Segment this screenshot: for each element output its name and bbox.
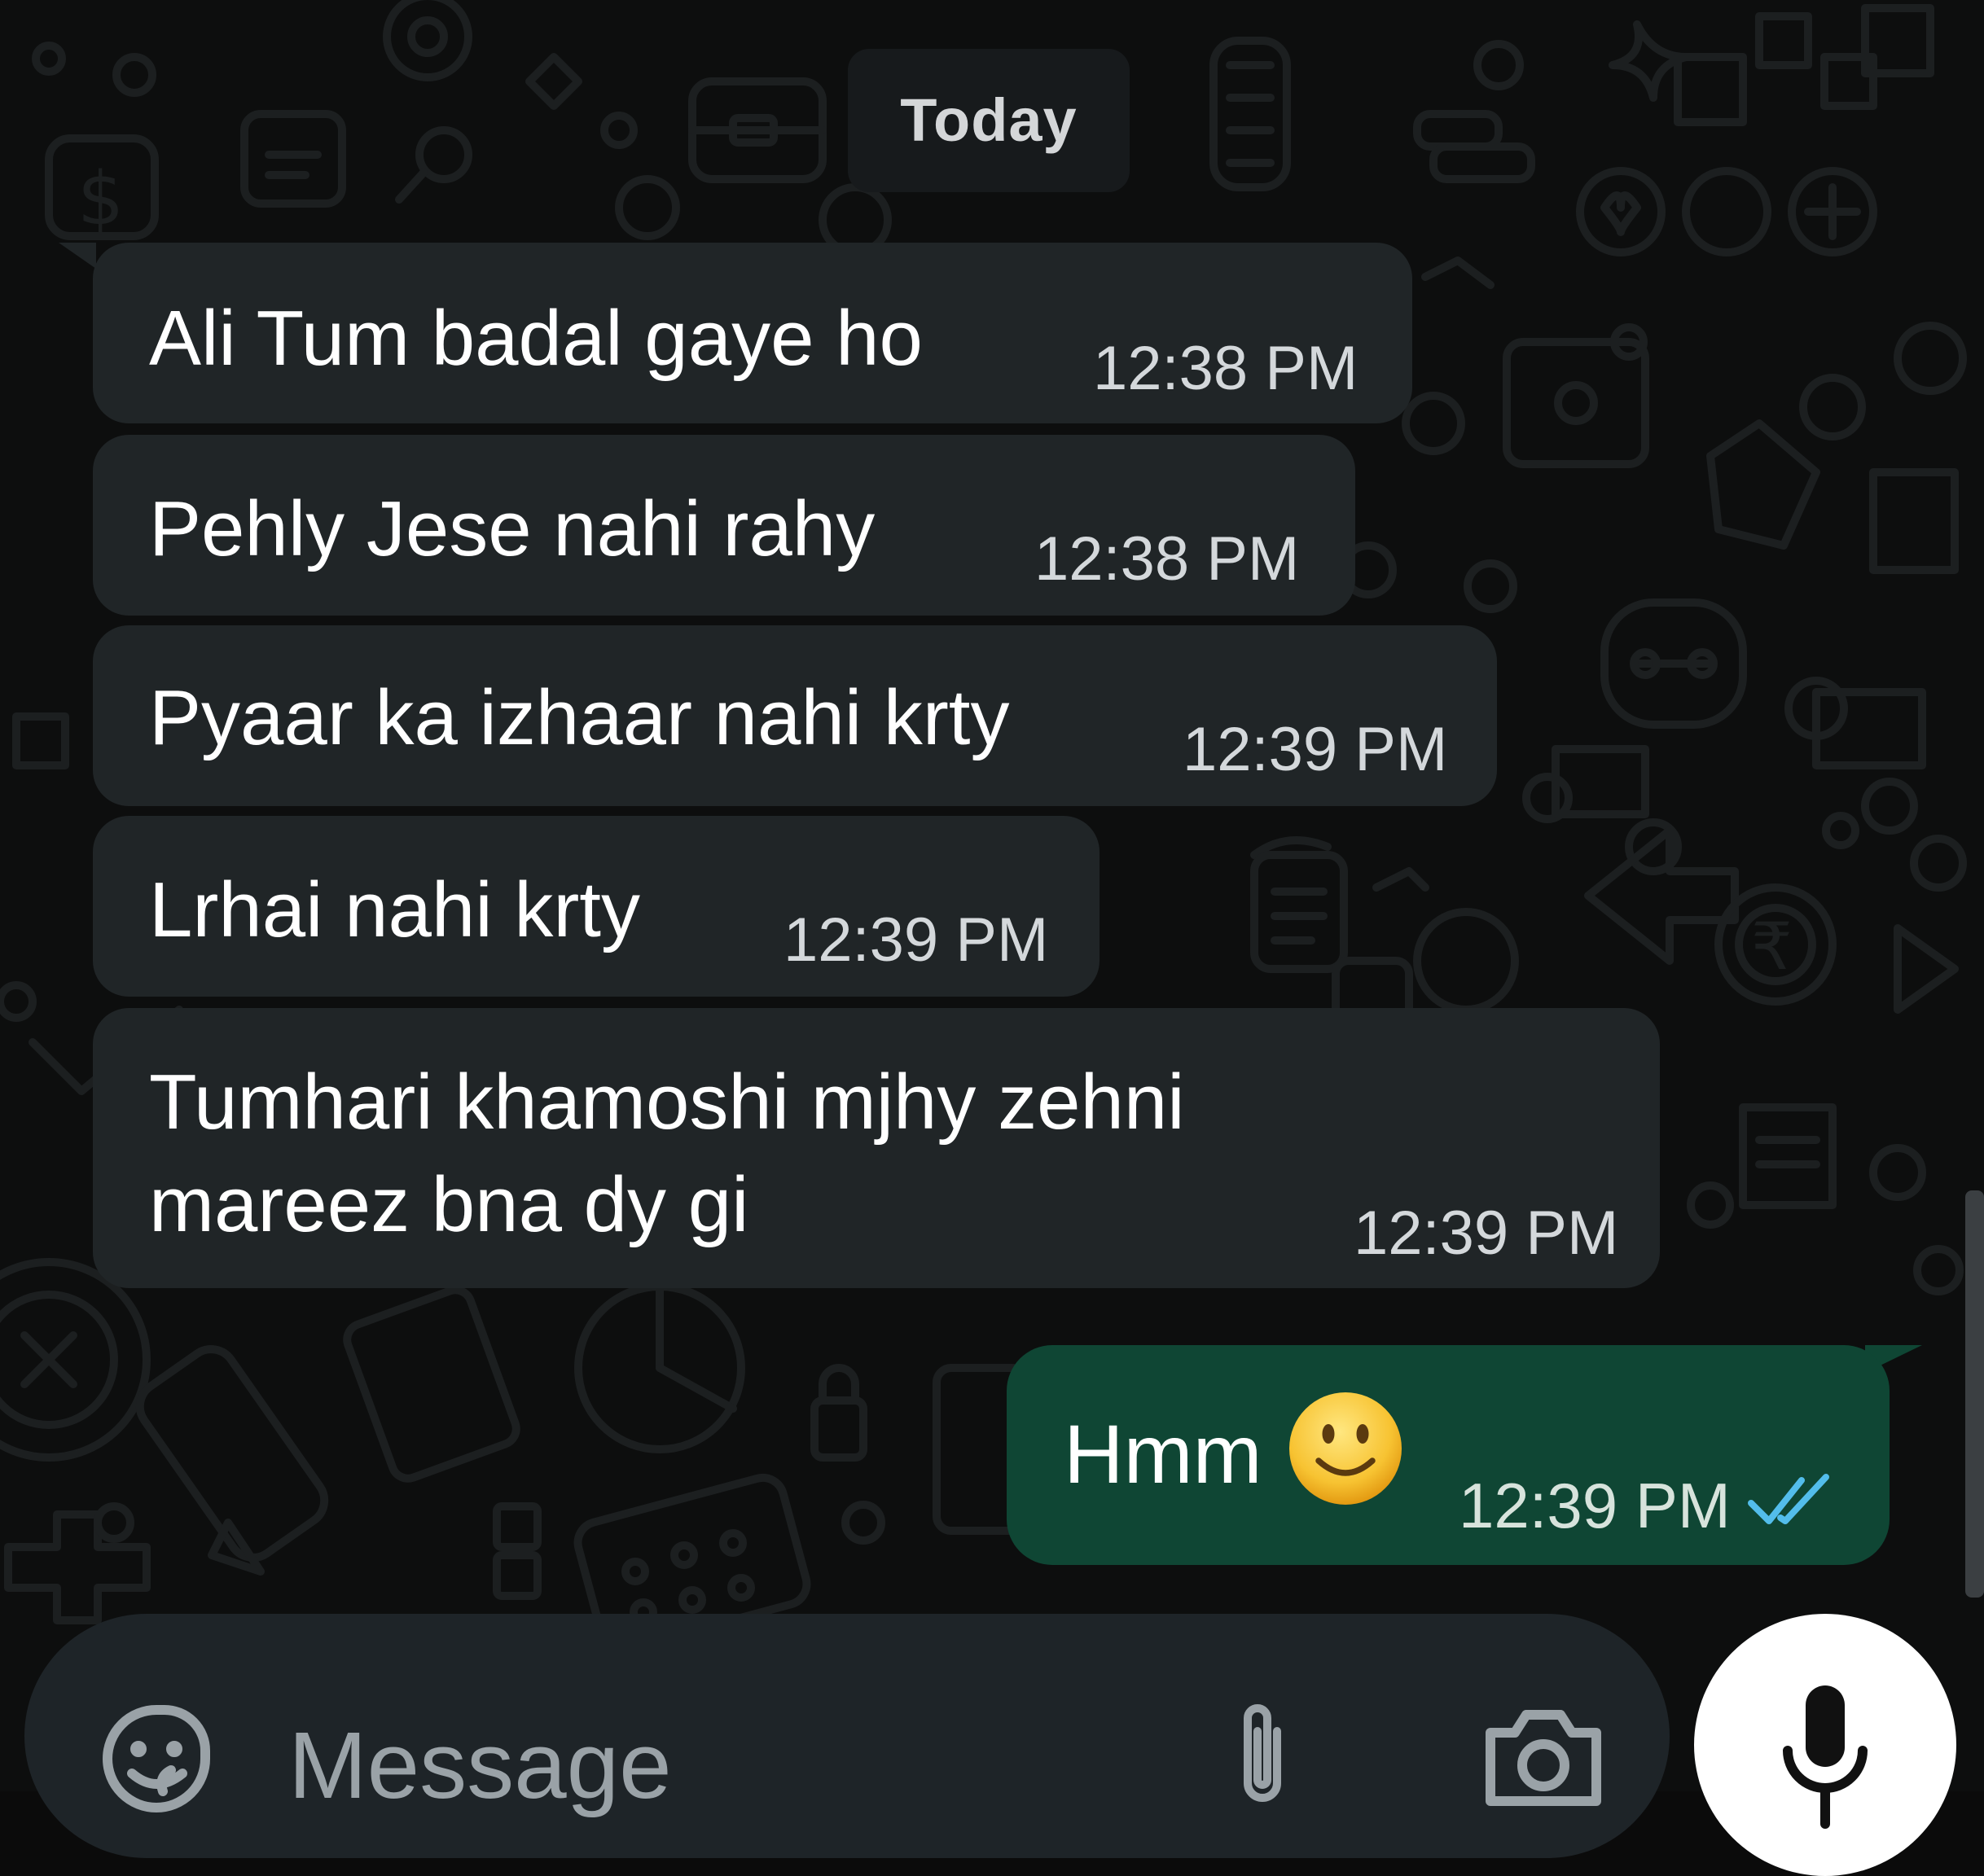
message-text: Lrhai nahi krty	[149, 866, 640, 953]
svg-text:$: $	[77, 156, 124, 242]
message-time: 12:39 PM	[1354, 1199, 1619, 1268]
camera-icon[interactable]	[1482, 1703, 1604, 1809]
attach-icon[interactable]	[1231, 1698, 1297, 1812]
voice-message-button[interactable]	[1694, 1614, 1956, 1876]
incoming-message[interactable]: Tumhari khamoshi mjhy zehni mareez bna d…	[93, 1008, 1660, 1288]
message-text: Hmm	[1064, 1408, 1262, 1501]
sticker-icon[interactable]	[99, 1702, 213, 1816]
message-input[interactable]: Message	[288, 1716, 672, 1814]
message-text: Pyaar ka izhaar nahi krty	[149, 674, 1010, 761]
message-time: 12:38 PM	[1093, 334, 1359, 403]
message-text-line-2: mareez bna dy gi	[149, 1161, 749, 1248]
message-time: 12:39 PM	[1183, 715, 1448, 784]
incoming-message[interactable]: Lrhai nahi krty 12:39 PM	[93, 816, 1100, 997]
message-composer[interactable]: Message	[24, 1614, 1670, 1858]
svg-text:₹: ₹	[1751, 909, 1793, 984]
scrollbar[interactable]	[1965, 1190, 1984, 1598]
incoming-message[interactable]: Pehly Jese nahi rahy 12:38 PM	[93, 435, 1355, 616]
outgoing-message[interactable]: Hmm 12:39 PM	[1007, 1345, 1890, 1565]
message-text: Ali Tum badal gaye ho	[149, 295, 923, 382]
incoming-message[interactable]: Ali Tum badal gaye ho 12:38 PM	[59, 243, 1412, 423]
message-time: 12:39 PM	[784, 905, 1049, 975]
message-time: 12:39 PM	[1459, 1470, 1731, 1541]
mic-icon	[1783, 1685, 1868, 1829]
bubble-tail	[59, 243, 96, 269]
message-time: 12:38 PM	[1034, 524, 1300, 594]
slightly-smiling-face-icon	[1289, 1392, 1402, 1505]
date-separator: Today	[848, 49, 1130, 192]
double-check-read-icon	[1748, 1474, 1829, 1524]
message-text-line-1: Tumhari khamoshi mjhy zehni	[149, 1059, 1185, 1146]
message-text: Pehly Jese nahi rahy	[149, 485, 876, 572]
incoming-message[interactable]: Pyaar ka izhaar nahi krty 12:39 PM	[93, 625, 1497, 806]
